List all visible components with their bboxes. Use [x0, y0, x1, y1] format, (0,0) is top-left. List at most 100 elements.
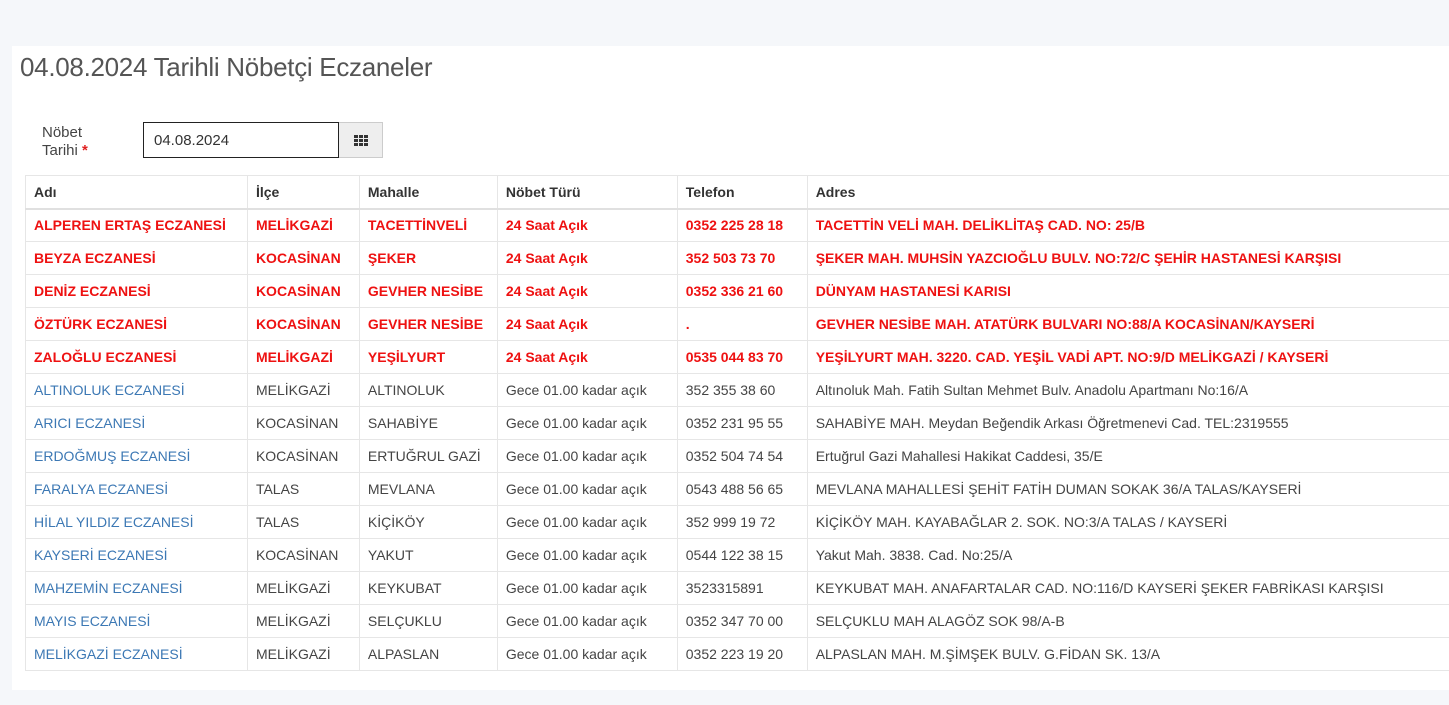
duty-date-label-line1: Nöbet	[42, 124, 83, 141]
table-row: BEYZA ECZANESİ KOCASİNAN ŞEKER 24 Saat Açık…	[25, 241, 1449, 275]
phone-cell: 352 999 19 72	[676, 505, 808, 539]
neighborhood-cell: SAHABİYE	[358, 406, 498, 440]
pharmacy-name-cell[interactable]: BEYZA ECZANESİ	[25, 241, 248, 275]
district-cell: MELİKGAZİ	[246, 571, 360, 605]
address-cell: TACETTİN VELİ MAH. DELİKLİTAŞ CAD. NO: 2…	[806, 208, 1449, 242]
neighborhood-cell: TACETTİNVELİ	[358, 208, 498, 242]
table-row: ALTINOLUK ECZANESİ MELİKGAZİ ALTINOLUK Gece…	[25, 373, 1449, 407]
neighborhood-cell: KEYKUBAT	[358, 571, 498, 605]
page-title: 04.08.2024 Tarihli Nöbetçi Eczaneler	[20, 52, 433, 82]
pharmacy-name-cell[interactable]: ARICI ECZANESİ	[25, 406, 248, 440]
phone-cell: 0352 336 21 60	[676, 274, 808, 308]
neighborhood-cell: YEŞİLYURT	[358, 340, 498, 374]
duty-type-cell: 24 Saat Açık	[496, 241, 678, 275]
address-cell: KEYKUBAT MAH. ANAFARTALAR CAD. NO:116/D …	[806, 571, 1449, 605]
pharmacy-name-cell[interactable]: ÖZTÜRK ECZANESİ	[25, 307, 248, 341]
neighborhood-cell: ALPASLAN	[358, 637, 498, 671]
table-row: FARALYA ECZANESİ TALAS MEVLANA Gece 01.00 k…	[25, 472, 1449, 506]
address-cell: MEVLANA MAHALLESİ ŞEHİT FATİH DUMAN SOKA…	[806, 472, 1449, 506]
phone-cell: 0543 488 56 65	[676, 472, 808, 506]
pharmacy-name-cell[interactable]: ERDOĞMUŞ ECZANESİ	[25, 439, 248, 473]
phone-cell: 0352 347 70 00	[676, 604, 808, 638]
district-cell: KOCASİNAN	[246, 307, 360, 341]
neighborhood-cell: GEVHER NESİBE	[358, 307, 498, 341]
column-header-address[interactable]: Adres	[806, 175, 1449, 210]
district-cell: KOCASİNAN	[246, 406, 360, 440]
column-header-neighborhood[interactable]: Mahalle	[358, 175, 498, 210]
duty-type-cell: Gece 01.00 kadar açık	[496, 505, 678, 539]
neighborhood-cell: ALTINOLUK	[358, 373, 498, 407]
pharmacy-name-cell[interactable]: ZALOĞLU ECZANESİ	[25, 340, 248, 374]
table-row: KAYSERİ ECZANESİ KOCASİNAN YAKUT Gece 01.00…	[25, 538, 1449, 572]
phone-cell: 0352 225 28 18	[676, 208, 808, 242]
duty-type-cell: Gece 01.00 kadar açık	[496, 637, 678, 671]
address-cell: Ertuğrul Gazi Mahallesi Hakikat Caddesi,…	[806, 439, 1449, 473]
pharmacy-table: Adı İlçe Mahalle Nöbet Türü Telefon Adre…	[25, 175, 1449, 671]
pharmacy-name-cell[interactable]: MAHZEMİN ECZANESİ	[25, 571, 248, 605]
duty-date-label-line2: Tarihi	[42, 142, 78, 159]
district-cell: MELİKGAZİ	[246, 340, 360, 374]
pharmacy-name-cell[interactable]: ALTINOLUK ECZANESİ	[25, 373, 248, 407]
duty-type-cell: Gece 01.00 kadar açık	[496, 406, 678, 440]
address-cell: DÜNYAM HASTANESİ KARISI	[806, 274, 1449, 308]
table-row: MELİKGAZİ ECZANESİ MELİKGAZİ ALPASLAN Gece …	[25, 637, 1449, 671]
calendar-grid-icon	[353, 134, 368, 146]
phone-cell: 0352 231 95 55	[676, 406, 808, 440]
pharmacy-name-cell[interactable]: MELİKGAZİ ECZANESİ	[25, 637, 248, 671]
district-cell: KOCASİNAN	[246, 274, 360, 308]
table-header-row: Adı İlçe Mahalle Nöbet Türü Telefon Adre…	[25, 175, 1449, 210]
table-row: ÖZTÜRK ECZANESİ KOCASİNAN GEVHER NESİBE 24 …	[25, 307, 1449, 341]
neighborhood-cell: SELÇUKLU	[358, 604, 498, 638]
phone-cell: 0544 122 38 15	[676, 538, 808, 572]
neighborhood-cell: MEVLANA	[358, 472, 498, 506]
duty-type-cell: 24 Saat Açık	[496, 307, 678, 341]
duty-date-input[interactable]	[143, 122, 339, 158]
address-cell: GEVHER NESİBE MAH. ATATÜRK BULVARI NO:88…	[806, 307, 1449, 341]
duty-type-cell: Gece 01.00 kadar açık	[496, 439, 678, 473]
duty-type-cell: Gece 01.00 kadar açık	[496, 571, 678, 605]
pharmacy-name-cell[interactable]: KAYSERİ ECZANESİ	[25, 538, 248, 572]
duty-date-label: Nöbet Tarihi *	[42, 124, 122, 160]
table-row: MAYIS ECZANESİ MELİKGAZİ SELÇUKLU Gece 01.0…	[25, 604, 1449, 638]
pharmacy-name-cell[interactable]: ALPEREN ERTAŞ ECZANESİ	[25, 208, 248, 242]
required-mark: *	[82, 142, 88, 159]
phone-cell: 0352 223 19 20	[676, 637, 808, 671]
district-cell: MELİKGAZİ	[246, 208, 360, 242]
column-header-name[interactable]: Adı	[25, 175, 248, 210]
duty-type-cell: Gece 01.00 kadar açık	[496, 373, 678, 407]
duty-type-cell: 24 Saat Açık	[496, 340, 678, 374]
column-header-phone[interactable]: Telefon	[676, 175, 808, 210]
district-cell: KOCASİNAN	[246, 538, 360, 572]
pharmacy-name-cell[interactable]: DENİZ ECZANESİ	[25, 274, 248, 308]
pharmacy-name-cell[interactable]: FARALYA ECZANESİ	[25, 472, 248, 506]
neighborhood-cell: YAKUT	[358, 538, 498, 572]
address-cell: SAHABİYE MAH. Meydan Beğendik Arkası Öğr…	[806, 406, 1449, 440]
table-row: HİLAL YILDIZ ECZANESİ TALAS KİÇİKÖY Gece 01…	[25, 505, 1449, 539]
table-row: ARICI ECZANESİ KOCASİNAN SAHABİYE Gece 01.0…	[25, 406, 1449, 440]
phone-cell: .	[676, 307, 808, 341]
district-cell: KOCASİNAN	[246, 439, 360, 473]
table-row: ALPEREN ERTAŞ ECZANESİ MELİKGAZİ TACETTİNV…	[25, 208, 1449, 242]
address-cell: Altınoluk Mah. Fatih Sultan Mehmet Bulv.…	[806, 373, 1449, 407]
address-cell: ALPASLAN MAH. M.ŞİMŞEK BULV. G.FİDAN SK.…	[806, 637, 1449, 671]
phone-cell: 352 355 38 60	[676, 373, 808, 407]
duty-type-cell: Gece 01.00 kadar açık	[496, 538, 678, 572]
duty-type-cell: 24 Saat Açık	[496, 274, 678, 308]
column-header-district[interactable]: İlçe	[246, 175, 360, 210]
neighborhood-cell: KİÇİKÖY	[358, 505, 498, 539]
pharmacy-name-cell[interactable]: HİLAL YILDIZ ECZANESİ	[25, 505, 248, 539]
calendar-button[interactable]	[339, 122, 383, 158]
neighborhood-cell: GEVHER NESİBE	[358, 274, 498, 308]
phone-cell: 0535 044 83 70	[676, 340, 808, 374]
column-header-duty-type[interactable]: Nöbet Türü	[496, 175, 678, 210]
district-cell: TALAS	[246, 472, 360, 506]
pharmacy-name-cell[interactable]: MAYIS ECZANESİ	[25, 604, 248, 638]
district-cell: MELİKGAZİ	[246, 637, 360, 671]
address-cell: Yakut Mah. 3838. Cad. No:25/A	[806, 538, 1449, 572]
table-row: DENİZ ECZANESİ KOCASİNAN GEVHER NESİBE 24 S…	[25, 274, 1449, 308]
table-row: ZALOĞLU ECZANESİ MELİKGAZİ YEŞİLYURT 24 Saa…	[25, 340, 1449, 374]
neighborhood-cell: ERTUĞRUL GAZİ	[358, 439, 498, 473]
address-cell: KİÇİKÖY MAH. KAYABAĞLAR 2. SOK. NO:3/A T…	[806, 505, 1449, 539]
duty-type-cell: 24 Saat Açık	[496, 208, 678, 242]
table-row: ERDOĞMUŞ ECZANESİ KOCASİNAN ERTUĞRUL GAZİ G…	[25, 439, 1449, 473]
